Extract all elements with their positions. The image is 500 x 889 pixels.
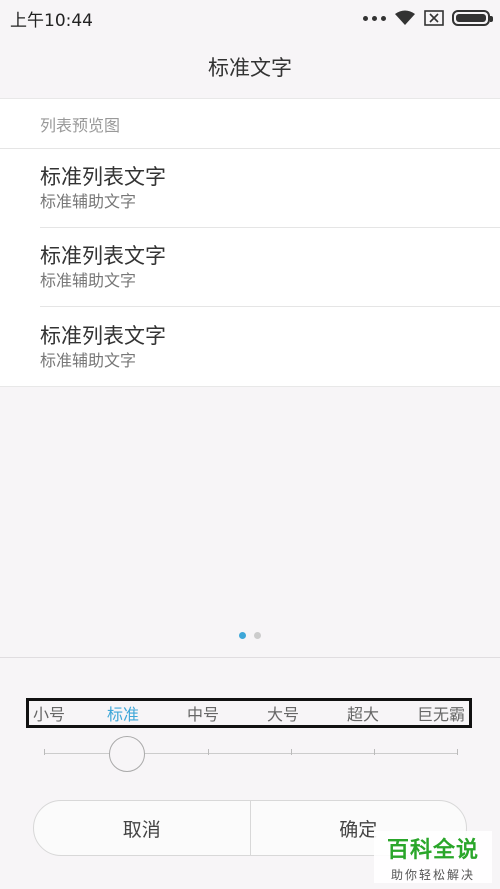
page-title: 标准文字: [208, 56, 292, 80]
slider-thumb[interactable]: [109, 736, 145, 772]
title-bar: 标准文字: [0, 36, 500, 98]
list-item-title: 标准列表文字: [40, 165, 166, 189]
more-dots-icon: [363, 15, 386, 21]
list-item-subtitle: 标准辅助文字: [40, 271, 137, 290]
watermark-subtitle: 助你轻松解决: [390, 867, 475, 882]
font-size-option-medium[interactable]: 中号: [173, 701, 233, 725]
slider-tick: [457, 749, 458, 755]
slider-tick: [291, 749, 292, 755]
slider-tick: [374, 749, 375, 755]
status-bar: 上午10:44: [0, 0, 500, 36]
font-size-option-large[interactable]: 大号: [253, 701, 313, 725]
watermark-logo: 百科全说 助你轻松解决: [374, 831, 492, 883]
sim-icon: [424, 10, 444, 26]
slider-track[interactable]: [44, 753, 458, 754]
page-indicator: [0, 632, 500, 642]
font-size-option-huge[interactable]: 巨无霸: [413, 701, 465, 725]
page-dot-active[interactable]: [239, 632, 246, 639]
status-icons: [363, 10, 493, 26]
battery-icon: [452, 10, 493, 26]
status-time: 上午10:44: [10, 10, 93, 31]
font-size-slider[interactable]: [44, 736, 458, 772]
watermark-title: 百科全说: [386, 837, 479, 863]
list-item-title: 标准列表文字: [40, 323, 166, 348]
list-item: 标准列表文字 标准辅助文字: [40, 149, 500, 228]
preview-header: 列表预览图: [0, 99, 500, 149]
font-size-option-xlarge[interactable]: 超大: [333, 701, 393, 725]
page-dot[interactable]: [254, 632, 261, 639]
list-item-subtitle: 标准辅助文字: [40, 192, 137, 211]
list-item: 标准列表文字 标准辅助文字: [40, 228, 500, 307]
font-size-option-standard[interactable]: 标准: [93, 701, 153, 725]
list-item-subtitle: 标准辅助文字: [40, 350, 137, 370]
preview-header-label: 列表预览图: [40, 115, 121, 135]
slider-tick: [44, 749, 45, 755]
list-preview-card: 列表预览图 标准列表文字 标准辅助文字 标准列表文字 标准辅助文字 标准列表文字…: [0, 98, 500, 387]
font-size-option-small[interactable]: 小号: [33, 701, 73, 725]
list-item-title: 标准列表文字: [40, 244, 166, 268]
wifi-icon: [395, 10, 415, 25]
font-size-options: 小号 标准 中号 大号 超大 巨无霸: [26, 698, 472, 728]
list-item: 标准列表文字 标准辅助文字: [40, 307, 500, 386]
slider-tick: [208, 749, 209, 755]
cancel-button[interactable]: 取消: [34, 801, 250, 855]
